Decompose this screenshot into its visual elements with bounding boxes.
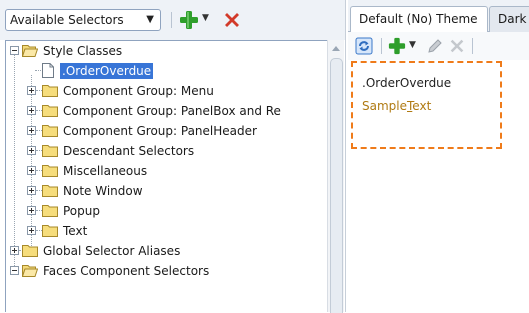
selector-dropdown-value: Available Selectors xyxy=(10,13,124,27)
theme-preview-pane: Default (No) Theme Dark ▼ .OrderOverdue … xyxy=(348,0,529,312)
folder-icon xyxy=(42,165,58,177)
tree-node-label: Popup xyxy=(63,204,100,218)
tree-node-label: .OrderOverdue xyxy=(60,63,154,79)
refresh-icon xyxy=(355,37,373,55)
tree-node-style-classes[interactable]: Style Classes xyxy=(6,41,328,61)
tab-dark-theme[interactable]: Dark xyxy=(489,6,529,32)
tree-node-orderoverdue[interactable]: .OrderOverdue xyxy=(6,61,328,81)
plus-icon xyxy=(388,37,406,55)
refresh-button[interactable] xyxy=(354,37,374,55)
tab-label: Default (No) Theme xyxy=(359,12,478,26)
edit-button[interactable] xyxy=(426,37,444,55)
tree-node-note-window[interactable]: Note Window xyxy=(6,181,328,201)
tree-node-label: Component Group: Menu xyxy=(63,84,214,98)
tree-node-descendant-selectors[interactable]: Descendant Selectors xyxy=(6,141,328,161)
toolbar-separator xyxy=(381,38,382,54)
tree-node-global-selector-aliases[interactable]: Global Selector Aliases xyxy=(6,241,328,261)
chevron-down-icon: ▼ xyxy=(202,13,209,23)
expand-icon[interactable] xyxy=(27,186,36,195)
folder-icon xyxy=(42,125,58,137)
add-button[interactable]: ▼ xyxy=(388,37,420,55)
tree-node-label: Global Selector Aliases xyxy=(43,244,181,258)
expand-icon[interactable] xyxy=(27,86,36,95)
left-toolbar: Available Selectors ▼ ▼ xyxy=(0,0,345,40)
folder-open-icon xyxy=(22,265,38,277)
expand-icon[interactable] xyxy=(27,126,36,135)
expand-icon[interactable] xyxy=(27,106,36,115)
scroll-up-arrow-icon[interactable] xyxy=(328,40,344,56)
tree-node-label: Component Group: PanelBox and Re xyxy=(63,104,281,118)
theme-tab-strip: Default (No) Theme Dark xyxy=(348,0,529,33)
preview-class-name: .OrderOverdue xyxy=(362,76,452,90)
tree-node-text[interactable]: Text xyxy=(6,221,328,241)
folder-icon xyxy=(42,145,58,157)
plus-icon xyxy=(180,11,198,29)
toolbar-separator xyxy=(472,38,473,54)
chevron-down-icon: ▼ xyxy=(409,40,416,50)
tree-node-label: Component Group: PanelHeader xyxy=(63,124,257,138)
delete-x-icon xyxy=(450,39,464,53)
folder-icon xyxy=(42,205,58,217)
tree-node-label: Note Window xyxy=(63,184,143,198)
scrollbar-thumb[interactable] xyxy=(330,58,343,313)
folder-icon xyxy=(42,105,58,117)
tree-node-miscellaneous[interactable]: Miscellaneous xyxy=(6,161,328,181)
folder-open-icon xyxy=(22,45,38,57)
delete-x-icon xyxy=(225,13,239,27)
tree-node-faces-component-selectors[interactable]: Faces Component Selectors xyxy=(6,261,328,281)
file-icon xyxy=(42,63,54,78)
selector-dropdown[interactable]: Available Selectors ▼ xyxy=(5,9,161,31)
tree-node-label: Faces Component Selectors xyxy=(43,264,210,278)
preview-area: .OrderOverdue SampleText xyxy=(348,60,529,312)
tree-node-label: Style Classes xyxy=(43,44,123,58)
expand-icon[interactable] xyxy=(27,166,36,175)
collapse-icon[interactable] xyxy=(10,266,19,275)
delete-button[interactable] xyxy=(448,37,466,55)
tree-node-label: Miscellaneous xyxy=(63,164,148,178)
preview-toolbar: ▼ xyxy=(348,32,529,60)
collapse-icon[interactable] xyxy=(10,46,19,55)
selector-tree-panel: Style Classes .OrderOverdue Component Gr… xyxy=(5,40,344,312)
delete-selector-button[interactable] xyxy=(222,9,242,31)
tree-node-component-group-panelbox[interactable]: Component Group: PanelBox and Re xyxy=(6,101,328,121)
pencil-icon xyxy=(428,39,442,53)
tree-scrollbar[interactable] xyxy=(327,40,344,313)
tree-node-component-group-panelheader[interactable]: Component Group: PanelHeader xyxy=(6,121,328,141)
tab-label: Dark xyxy=(498,12,527,26)
toolbar-separator xyxy=(171,12,172,28)
chevron-down-icon: ▼ xyxy=(146,14,154,25)
expand-icon[interactable] xyxy=(10,246,19,255)
add-selector-button[interactable]: ▼ xyxy=(179,9,213,31)
preview-sample-text: SampleText xyxy=(362,99,432,113)
tree-node-component-group-menu[interactable]: Component Group: Menu xyxy=(6,81,328,101)
tab-default-theme[interactable]: Default (No) Theme xyxy=(350,6,488,33)
folder-icon xyxy=(42,85,58,97)
selector-tree-pane: Available Selectors ▼ ▼ Style Classes .O… xyxy=(0,0,345,313)
folder-icon xyxy=(42,225,58,237)
expand-icon[interactable] xyxy=(27,226,36,235)
expand-icon[interactable] xyxy=(27,206,36,215)
tree-node-label: Descendant Selectors xyxy=(63,144,195,158)
tree-node-popup[interactable]: Popup xyxy=(6,201,328,221)
folder-icon xyxy=(22,245,38,257)
folder-icon xyxy=(42,185,58,197)
selector-preview-box: .OrderOverdue SampleText xyxy=(351,61,502,149)
tree-node-label: Text xyxy=(63,224,88,238)
expand-icon[interactable] xyxy=(27,146,36,155)
